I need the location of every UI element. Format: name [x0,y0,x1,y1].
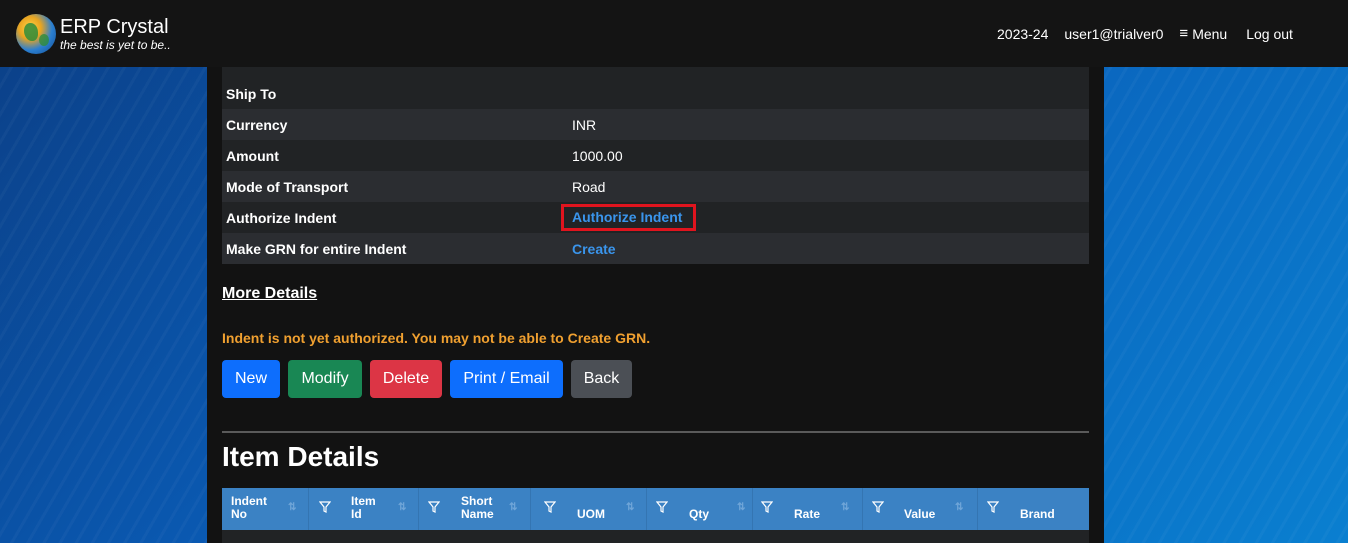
print-email-button[interactable]: Print / Email [450,360,563,398]
authorize-indent-link[interactable]: Authorize Indent [572,209,682,225]
detail-label: Mode of Transport [222,171,568,202]
column-label-line1: Short [461,494,493,508]
sort-icon[interactable]: ⇅ [841,502,849,513]
column-separator [752,488,753,530]
column-separator [530,488,531,530]
column-separator [308,488,309,530]
detail-label: Make GRN for entire Indent [222,233,568,264]
column-label-line2: Id [351,507,362,521]
column-label-line2: Rate [794,507,821,521]
user-account[interactable]: user1@trialver0 [1064,26,1163,42]
table-row[interactable] [222,530,1089,543]
sort-icon[interactable]: ⇅ [626,502,634,513]
logout-link[interactable]: Log out [1246,26,1293,42]
column-label-line1: Item [351,494,376,508]
column-header-brand[interactable]: Brand [1011,488,1089,530]
item-details-heading: Item Details [222,441,380,472]
column-header-rate[interactable]: Rate ⇅ [785,488,895,530]
modify-button[interactable]: Modify [288,360,362,398]
top-navbar: ERP Crystal the best is yet to be.. 2023… [0,0,1348,67]
column-label-line2: UOM [577,507,605,521]
action-buttons: New Modify Delete Print / Email Back [222,360,640,398]
new-button[interactable]: New [222,360,280,398]
table-row: Amount 1000.00 [222,140,1089,171]
create-grn-link[interactable]: Create [572,241,616,257]
column-header-item-id[interactable]: Item Id ⇅ [342,488,452,530]
column-label-line2: No [231,507,247,521]
column-separator [977,488,978,530]
menu-label: Menu [1192,25,1228,42]
hamburger-icon: ≡ [1179,25,1189,42]
warning-message: Indent is not yet authorized. You may no… [222,330,651,346]
detail-label: Ship To [222,78,568,109]
detail-label: Currency [222,109,568,140]
detail-value [568,78,1089,109]
detail-value: INR [568,109,1089,140]
column-separator [418,488,419,530]
item-grid-header: Indent No ⇅ Item Id ⇅ Short Name ⇅ UOM ⇅ Qt… [222,488,1089,530]
highlight-box: Authorize Indent [561,204,697,231]
detail-label: Amount [222,140,568,171]
table-row: Make GRN for entire Indent Create [222,233,1089,264]
sort-icon[interactable]: ⇅ [737,502,745,513]
app-tagline: the best is yet to be.. [60,37,171,52]
column-header-short-name[interactable]: Short Name ⇅ [452,488,568,530]
column-label-line2: Brand [1020,507,1055,521]
filter-icon[interactable] [761,501,773,513]
filter-icon[interactable] [656,501,668,513]
globe-logo-icon [16,13,56,54]
filter-icon[interactable] [319,501,331,513]
column-label-line2: Qty [689,507,710,521]
indent-detail-table: Ship To Currency INR Amount 1000.00 Mode… [222,67,1089,264]
app-title: ERP Crystal [60,15,169,38]
table-row-partial [222,67,1089,78]
column-separator [646,488,647,530]
financial-year[interactable]: 2023-24 [997,26,1048,42]
column-label-line2: Value [904,507,936,521]
sort-icon[interactable]: ⇅ [398,502,406,513]
sort-icon[interactable]: ⇅ [955,502,963,513]
table-row: Ship To [222,78,1089,109]
brand[interactable]: ERP Crystal the best is yet to be.. [16,13,171,54]
sort-icon[interactable]: ⇅ [509,502,517,513]
column-header-value[interactable]: Value ⇅ [895,488,1011,530]
detail-value: Road [568,171,1089,202]
sort-icon[interactable]: ⇅ [288,502,296,513]
main-content: Ship To Currency INR Amount 1000.00 Mode… [207,67,1104,543]
column-separator [862,488,863,530]
detail-label: Authorize Indent [222,202,568,233]
detail-value: 1000.00 [568,140,1089,171]
column-header-qty[interactable]: Qty ⇅ [680,488,785,530]
table-row: Currency INR [222,109,1089,140]
column-header-uom[interactable]: UOM ⇅ [568,488,680,530]
table-row: Mode of Transport Road [222,171,1089,202]
filter-icon[interactable] [872,501,884,513]
table-row: Authorize Indent Authorize Indent [222,202,1089,233]
filter-icon[interactable] [987,501,999,513]
column-header-indent-no[interactable]: Indent No ⇅ [222,488,342,530]
column-label-line2: Name [461,507,494,521]
delete-button[interactable]: Delete [370,360,442,398]
filter-icon[interactable] [428,501,440,513]
filter-icon[interactable] [544,501,556,513]
back-button[interactable]: Back [571,360,632,398]
more-details-link[interactable]: More Details [222,285,317,303]
divider [222,431,1089,433]
column-label-line1: Indent [231,494,267,508]
menu-button[interactable]: ≡ Menu [1179,25,1227,42]
